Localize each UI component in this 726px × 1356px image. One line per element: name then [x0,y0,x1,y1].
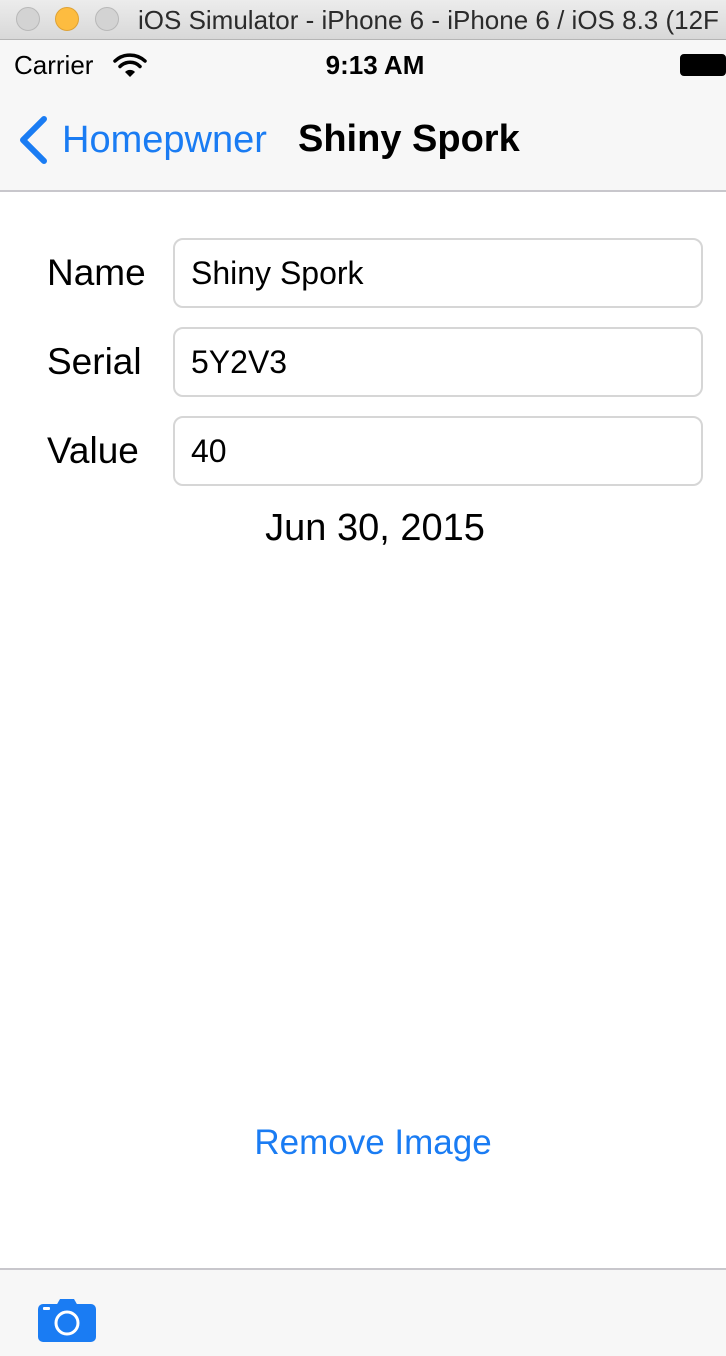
value-field[interactable] [173,416,703,486]
close-window-button[interactable] [16,7,40,31]
name-field[interactable] [173,238,703,308]
minimize-window-button[interactable] [55,7,79,31]
remove-image-button[interactable]: Remove Image [0,1120,726,1166]
back-button-label: Homepwner [62,118,267,161]
serial-field[interactable] [173,327,703,397]
battery-icon [680,54,726,76]
value-row: Value [0,416,726,488]
serial-row: Serial [0,327,726,399]
chevron-left-icon [20,116,47,164]
bottom-toolbar [0,1268,726,1356]
camera-icon[interactable] [36,1296,98,1344]
zoom-window-button[interactable] [95,7,119,31]
navigation-bar: Homepwner Shiny Spork [0,88,726,192]
nav-title: Shiny Spork [298,118,520,160]
name-label: Name [47,252,146,293]
serial-label: Serial [47,341,142,382]
value-label: Value [47,430,139,471]
back-button[interactable]: Homepwner [16,112,267,168]
simulator-window: iOS Simulator - iPhone 6 - iPhone 6 / iO… [0,0,726,1356]
window-title: iOS Simulator - iPhone 6 - iPhone 6 / iO… [138,5,718,35]
status-bar: Carrier 9:13 AM [0,40,726,88]
date-label: Jun 30, 2015 [265,507,485,549]
name-row: Name [0,238,726,310]
window-titlebar: iOS Simulator - iPhone 6 - iPhone 6 / iO… [0,0,726,40]
status-time: 9:13 AM [325,50,425,80]
